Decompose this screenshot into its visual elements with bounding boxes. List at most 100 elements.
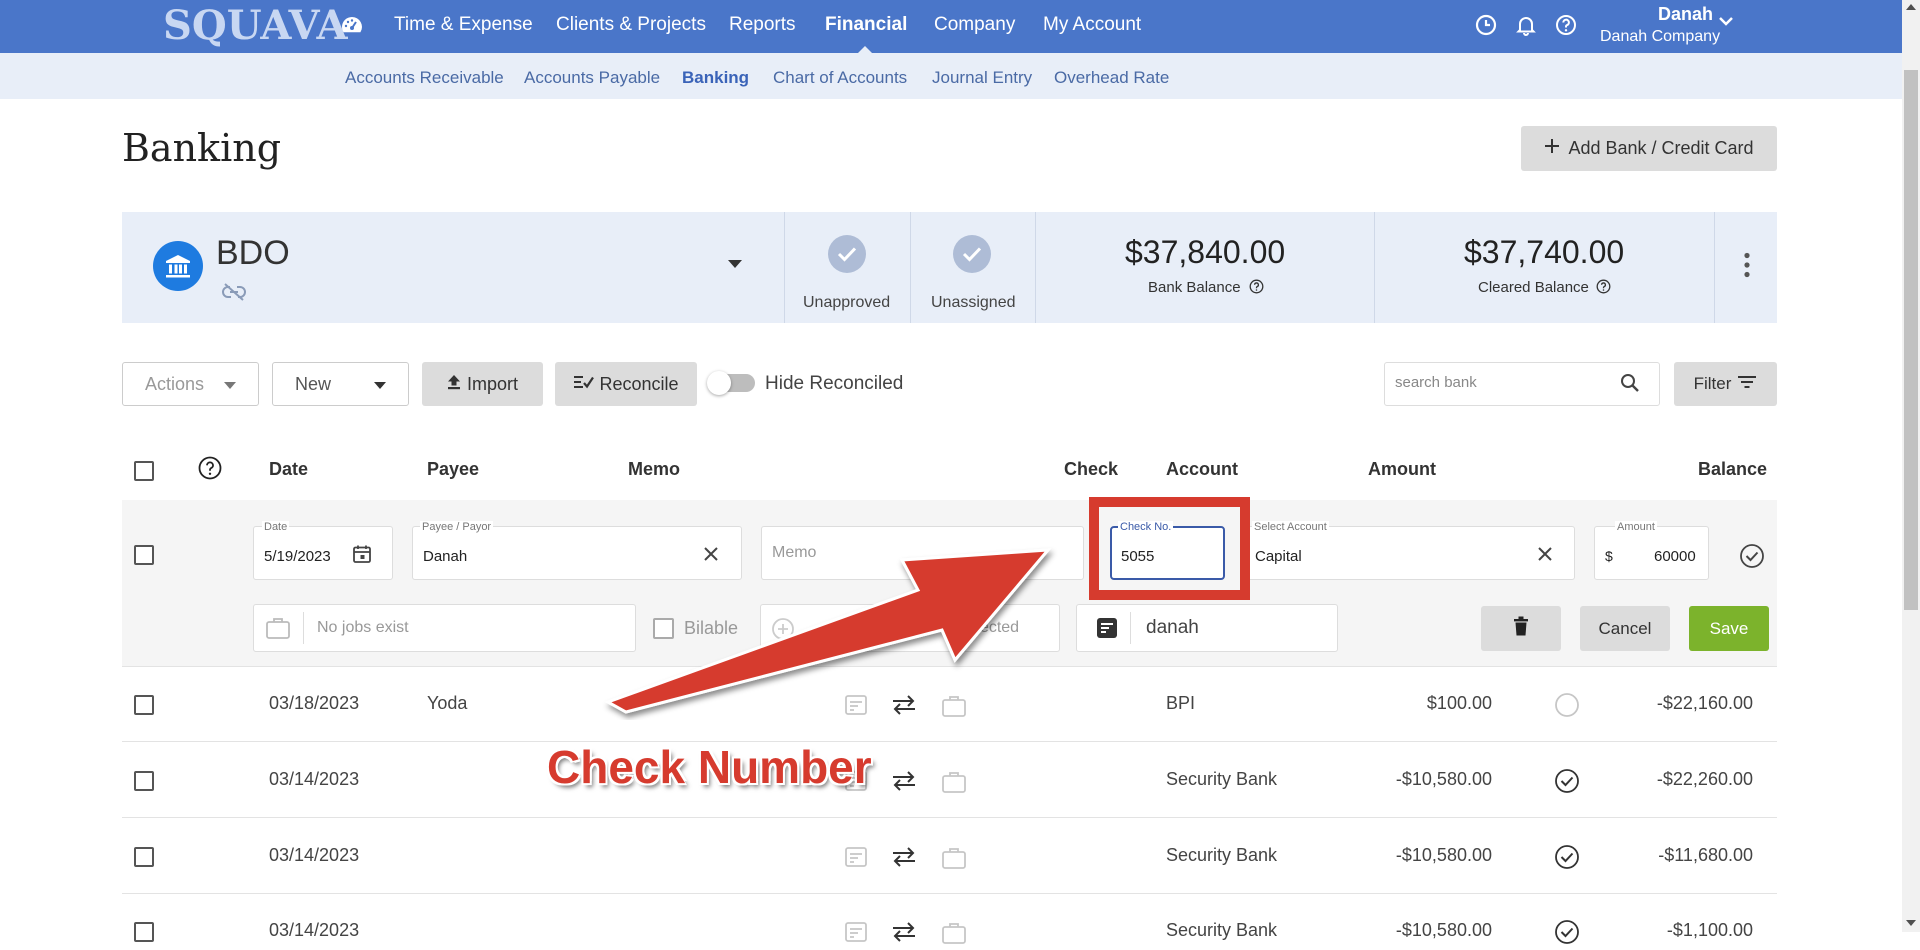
unlink-icon[interactable] (222, 283, 246, 306)
bell-icon[interactable] (1515, 14, 1537, 36)
column-header-date[interactable]: Date (269, 459, 308, 480)
add-bank-label: Add Bank / Credit Card (1568, 138, 1754, 158)
row-checkbox[interactable] (134, 771, 154, 791)
row-balance: -$11,680.00 (1658, 845, 1753, 865)
panel-divider (1035, 212, 1036, 323)
import-button[interactable]: Import (422, 362, 543, 406)
subnav-accounts-receivable[interactable]: Accounts Receivable (345, 68, 504, 88)
filter-icon (1737, 374, 1757, 394)
clear-account-icon[interactable] (1537, 546, 1553, 567)
row-checkbox[interactable] (134, 922, 154, 942)
subnav-chart-of-accounts[interactable]: Chart of Accounts (773, 68, 907, 88)
user-name[interactable]: Danah (1658, 4, 1713, 25)
row-checkbox[interactable] (134, 545, 154, 565)
memo-icon[interactable] (844, 921, 868, 948)
column-header-check[interactable]: Check (1064, 459, 1118, 480)
column-header-payee[interactable]: Payee (427, 459, 479, 480)
add-bank-credit-card-button[interactable]: Add Bank / Credit Card (1521, 126, 1777, 171)
actions-dropdown[interactable]: Actions (122, 362, 259, 406)
nav-my-account[interactable]: My Account (1043, 14, 1141, 36)
toggle-knob[interactable] (707, 371, 731, 395)
delete-button[interactable] (1481, 606, 1561, 651)
app-logo[interactable]: SQUAVA (163, 2, 347, 49)
new-label: New (295, 373, 332, 394)
save-button[interactable]: Save (1689, 606, 1769, 651)
job-field[interactable] (253, 604, 636, 652)
bank-balance-label: Bank Balance (1148, 279, 1241, 296)
hide-reconciled-label: Hide Reconciled (765, 373, 904, 394)
scroll-up-arrow[interactable] (1906, 4, 1916, 10)
column-header-memo[interactable]: Memo (628, 459, 680, 480)
note-value: danah (1146, 617, 1199, 638)
transfer-icon[interactable] (891, 921, 917, 948)
row-divider (122, 893, 1777, 894)
bank-account-name[interactable]: BDO (216, 234, 290, 273)
reconciled-check-icon[interactable] (1554, 844, 1580, 875)
nav-reports[interactable]: Reports (729, 14, 796, 36)
help-icon[interactable] (198, 456, 222, 485)
field-divider (303, 612, 304, 644)
row-date: 03/14/2023 (269, 845, 360, 865)
cleared-balance-label: Cleared Balance (1478, 279, 1589, 296)
column-header-amount[interactable]: Amount (1368, 459, 1436, 480)
nav-time-expense[interactable]: Time & Expense (394, 14, 533, 36)
briefcase-icon[interactable] (941, 770, 967, 799)
subnav-accounts-payable[interactable]: Accounts Payable (524, 68, 660, 88)
row-payee: Yoda (427, 693, 468, 713)
check-number-highlight-box (1089, 497, 1250, 600)
nav-financial[interactable]: Financial (825, 14, 907, 36)
more-options-icon[interactable] (1743, 252, 1751, 283)
field-divider (1130, 612, 1131, 644)
subnav-journal-entry[interactable]: Journal Entry (932, 68, 1032, 88)
select-all-checkbox[interactable] (134, 461, 154, 481)
row-divider (122, 741, 1777, 742)
currency-symbol: $ (1605, 548, 1613, 564)
financial-subnav: Accounts Receivable Accounts Payable Ban… (0, 53, 1902, 99)
scroll-down-arrow[interactable] (1906, 920, 1916, 926)
unassigned-check-icon[interactable] (953, 235, 991, 273)
briefcase-icon[interactable] (941, 921, 967, 950)
nav-clients-projects[interactable]: Clients & Projects (556, 14, 706, 36)
row-checkbox[interactable] (134, 695, 154, 715)
unassigned-label: Unassigned (931, 294, 1016, 311)
reconciled-check-icon[interactable] (1554, 919, 1580, 950)
scrollbar-thumb[interactable] (1904, 70, 1918, 610)
unreconciled-circle-icon[interactable] (1554, 692, 1580, 723)
question-icon[interactable] (1596, 279, 1611, 299)
briefcase-icon[interactable] (941, 846, 967, 875)
transfer-icon[interactable] (891, 846, 917, 873)
user-company[interactable]: Danah Company (1600, 28, 1720, 46)
actions-label: Actions (145, 373, 205, 394)
approve-check-icon[interactable] (1739, 543, 1765, 574)
bank-icon (153, 241, 203, 291)
subnav-banking[interactable]: Banking (682, 68, 749, 88)
transfer-icon[interactable] (891, 770, 917, 797)
new-dropdown[interactable]: New (272, 362, 409, 406)
dashboard-icon[interactable] (340, 13, 364, 42)
page-title: Banking (122, 126, 282, 170)
filter-button[interactable]: Filter (1674, 362, 1777, 406)
subnav-overhead-rate[interactable]: Overhead Rate (1054, 68, 1169, 88)
row-account: Security Bank (1166, 845, 1278, 865)
row-checkbox[interactable] (134, 847, 154, 867)
panel-divider (1714, 212, 1715, 323)
memo-icon[interactable] (844, 846, 868, 873)
payee-field-label: Payee / Payor (420, 521, 494, 533)
nav-company[interactable]: Company (934, 14, 1015, 36)
bank-account-dropdown-caret[interactable] (728, 260, 742, 268)
question-icon[interactable] (1249, 279, 1264, 299)
clock-icon[interactable] (1475, 14, 1497, 36)
unapproved-check-icon[interactable] (828, 235, 866, 273)
bank-balance-value: $37,840.00 (1125, 234, 1286, 270)
cancel-button[interactable]: Cancel (1580, 606, 1670, 651)
help-icon[interactable] (1555, 14, 1577, 36)
account-select-value: Capital (1255, 548, 1302, 565)
column-header-balance[interactable]: Balance (1698, 459, 1767, 480)
column-header-account[interactable]: Account (1166, 459, 1238, 480)
chevron-down-icon[interactable] (1718, 14, 1734, 32)
reconciled-check-icon[interactable] (1554, 768, 1580, 799)
calendar-icon[interactable] (352, 544, 372, 569)
panel-divider (784, 212, 785, 323)
reconcile-button[interactable]: Reconcile (555, 362, 697, 406)
search-icon[interactable] (1620, 373, 1640, 398)
